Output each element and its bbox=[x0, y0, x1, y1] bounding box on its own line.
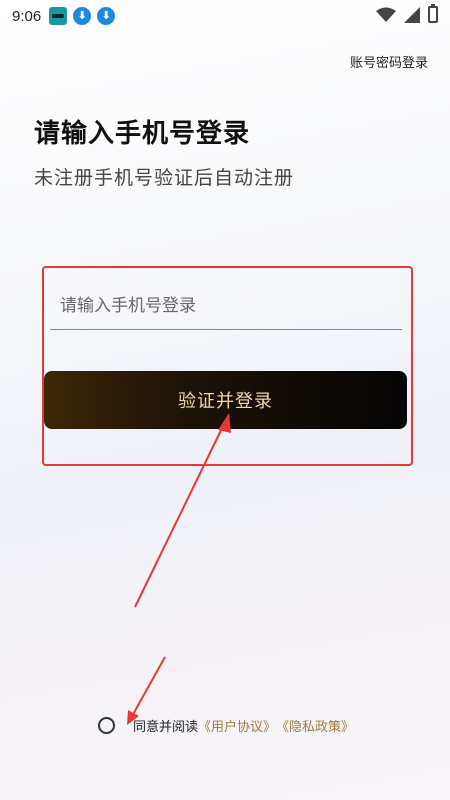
download-icon: ⬇ bbox=[73, 7, 92, 25]
agreement-prefix: 同意并阅读 bbox=[133, 720, 199, 735]
download-icon: ⬇ bbox=[97, 7, 116, 25]
notification-icons: ⬇ ⬇ bbox=[49, 7, 116, 25]
page-subtitle: 未注册手机号验证后自动注册 bbox=[34, 167, 295, 189]
phone-input[interactable] bbox=[50, 282, 402, 330]
status-bar: 9:06 ⬇ ⬇ bbox=[0, 0, 450, 32]
account-password-login-link[interactable]: 账号密码登录 bbox=[350, 52, 428, 71]
app-notification-icon bbox=[49, 7, 68, 25]
status-time: 9:06 bbox=[12, 7, 42, 25]
status-right-icons bbox=[376, 4, 438, 23]
page-title: 请输入手机号登录 bbox=[34, 119, 251, 149]
wifi-icon bbox=[376, 7, 396, 22]
signal-icon bbox=[404, 6, 420, 23]
agreement-row: 同意并阅读 《用户协议》 《隐私政策》 bbox=[98, 716, 354, 735]
battery-icon bbox=[428, 4, 438, 23]
user-agreement-link[interactable]: 《用户协议》 bbox=[198, 716, 276, 735]
agree-radio-button[interactable] bbox=[98, 717, 115, 734]
privacy-policy-link[interactable]: 《隐私政策》 bbox=[276, 716, 354, 735]
verify-login-button[interactable]: 验证并登录 bbox=[44, 371, 407, 429]
annotation-arrow-line bbox=[130, 656, 166, 719]
